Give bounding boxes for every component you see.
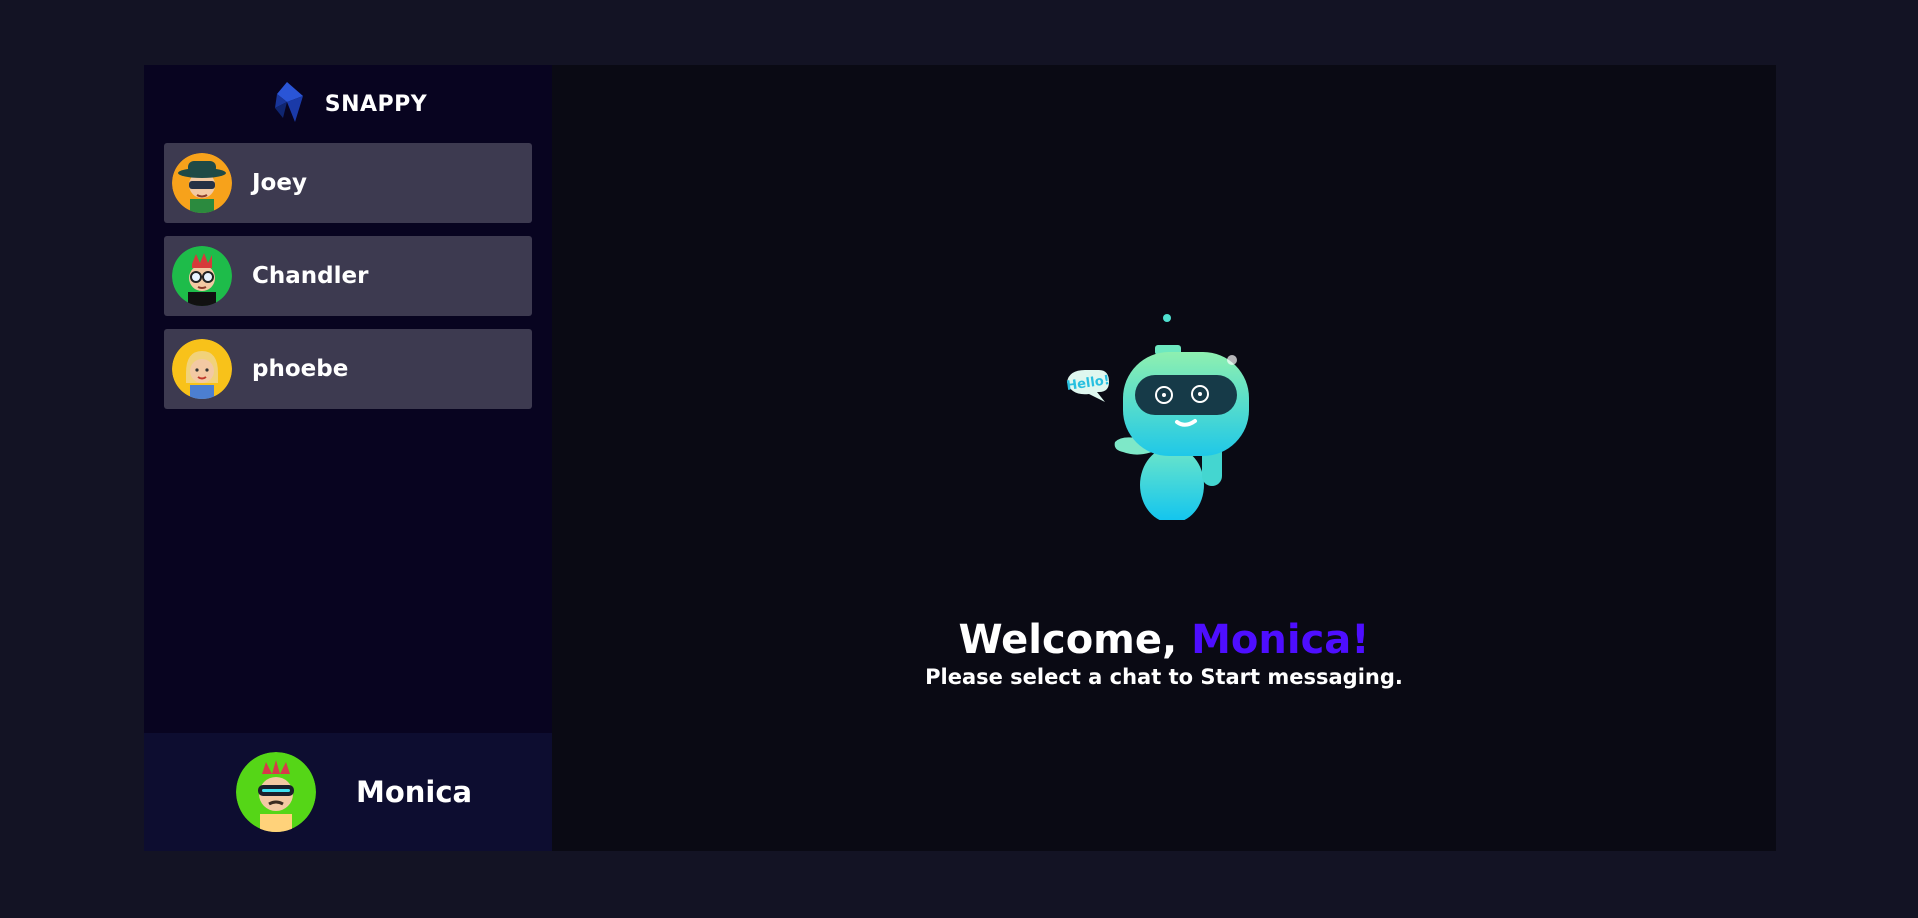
contact-list: Joey Chandler phoebe	[144, 143, 552, 409]
contact-item-phoebe[interactable]: phoebe	[164, 329, 532, 409]
sidebar: SNAPPY Joey Chandler phoebe Monica	[144, 65, 552, 851]
avatar-monica-icon	[236, 752, 316, 832]
contact-name: Joey	[252, 170, 307, 196]
contact-item-chandler[interactable]: Chandler	[164, 236, 532, 316]
brand-name: SNAPPY	[324, 91, 428, 117]
avatar-phoebe-icon	[172, 339, 232, 399]
avatar-joey-icon	[172, 153, 232, 213]
contact-name: phoebe	[252, 356, 349, 382]
brand-header: SNAPPY	[144, 65, 552, 143]
chat-app: SNAPPY Joey Chandler phoebe Monica Hello…	[144, 65, 1776, 851]
current-user-name: Monica	[356, 775, 473, 809]
welcome-heading: Welcome, Monica!	[552, 617, 1776, 663]
welcome-subtitle: Please select a chat to Start messaging.	[925, 665, 1403, 689]
welcome-message: Welcome, Monica! Please select a chat to…	[552, 617, 1776, 691]
welcome-greeting: Welcome,	[958, 617, 1178, 663]
welcome-panel: Hello! Welcome, Monica! Please select a …	[552, 65, 1776, 851]
contact-name: Chandler	[252, 263, 369, 289]
snappy-logo-icon	[269, 82, 305, 126]
avatar-chandler-icon	[172, 246, 232, 306]
robot-icon: Hello!	[1066, 314, 1249, 520]
welcome-username: Monica!	[1191, 617, 1370, 663]
current-user-panel: Monica	[144, 733, 552, 851]
contact-item-joey[interactable]: Joey	[164, 143, 532, 223]
